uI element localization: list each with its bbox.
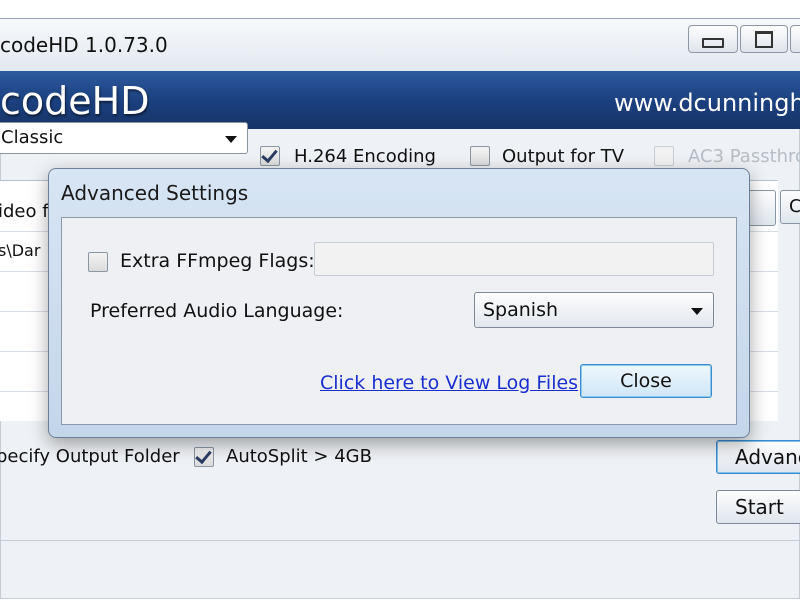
table-row: s\Dar	[0, 241, 41, 260]
output-tv-checkbox[interactable]	[470, 146, 490, 166]
checkmark-icon	[261, 145, 278, 164]
banner-url: www.dcunningha	[614, 89, 800, 117]
h264-label: H.264 Encoding	[294, 146, 436, 167]
chevron-down-icon	[691, 308, 703, 315]
extra-ffmpeg-flags-label: Extra FFmpeg Flags:	[120, 250, 315, 272]
preset-dropdown[interactable]: Classic	[0, 122, 248, 154]
preferred-audio-language-dropdown[interactable]: Spanish	[474, 292, 714, 328]
close-window-button[interactable]	[790, 25, 800, 53]
ac3-passthrough-label: AC3 Passthro	[688, 146, 800, 167]
maximize-icon	[755, 30, 773, 48]
dialog-title: Advanced Settings	[61, 181, 249, 205]
ac3-passthrough-checkbox[interactable]	[654, 146, 674, 166]
h264-checkbox[interactable]	[260, 145, 280, 166]
list-action-button[interactable]	[746, 190, 776, 226]
checkmark-icon	[195, 446, 212, 465]
view-log-files-link[interactable]: Click here to View Log Files	[320, 372, 578, 394]
app-banner: codeHD www.dcunningha	[0, 71, 800, 129]
preset-dropdown-value: Classic	[1, 127, 64, 148]
dialog-content: Extra FFmpeg Flags: Preferred Audio Lang…	[61, 217, 737, 425]
advanced-button[interactable]: Advanc	[716, 440, 800, 474]
autosplit-label: AutoSplit > 4GB	[226, 446, 372, 467]
advanced-settings-dialog: Advanced Settings Extra FFmpeg Flags: Pr…	[48, 168, 750, 438]
minimize-icon	[702, 38, 724, 48]
start-button[interactable]: Start	[716, 490, 800, 524]
autosplit-checkbox[interactable]	[194, 446, 214, 467]
divider	[0, 540, 800, 541]
title-bar: codeHD 1.0.73.0	[0, 19, 800, 71]
minimize-button[interactable]	[688, 25, 738, 53]
banner-app-name: codeHD	[0, 79, 150, 123]
column-header: ideo fi	[0, 201, 54, 222]
window-title: codeHD 1.0.73.0	[0, 33, 168, 57]
audio-language-value: Spanish	[483, 299, 559, 321]
extra-ffmpeg-flags-checkbox[interactable]	[88, 252, 108, 272]
specify-output-folder-label[interactable]: pecify Output Folder	[0, 446, 180, 467]
output-tv-label: Output for TV	[502, 146, 625, 167]
extra-ffmpeg-flags-input[interactable]	[314, 242, 714, 276]
chevron-down-icon	[225, 136, 237, 143]
maximize-button[interactable]	[740, 25, 788, 53]
list-clear-button[interactable]: C	[780, 190, 800, 224]
preferred-audio-language-label: Preferred Audio Language:	[90, 300, 344, 322]
close-button[interactable]: Close	[580, 364, 712, 398]
